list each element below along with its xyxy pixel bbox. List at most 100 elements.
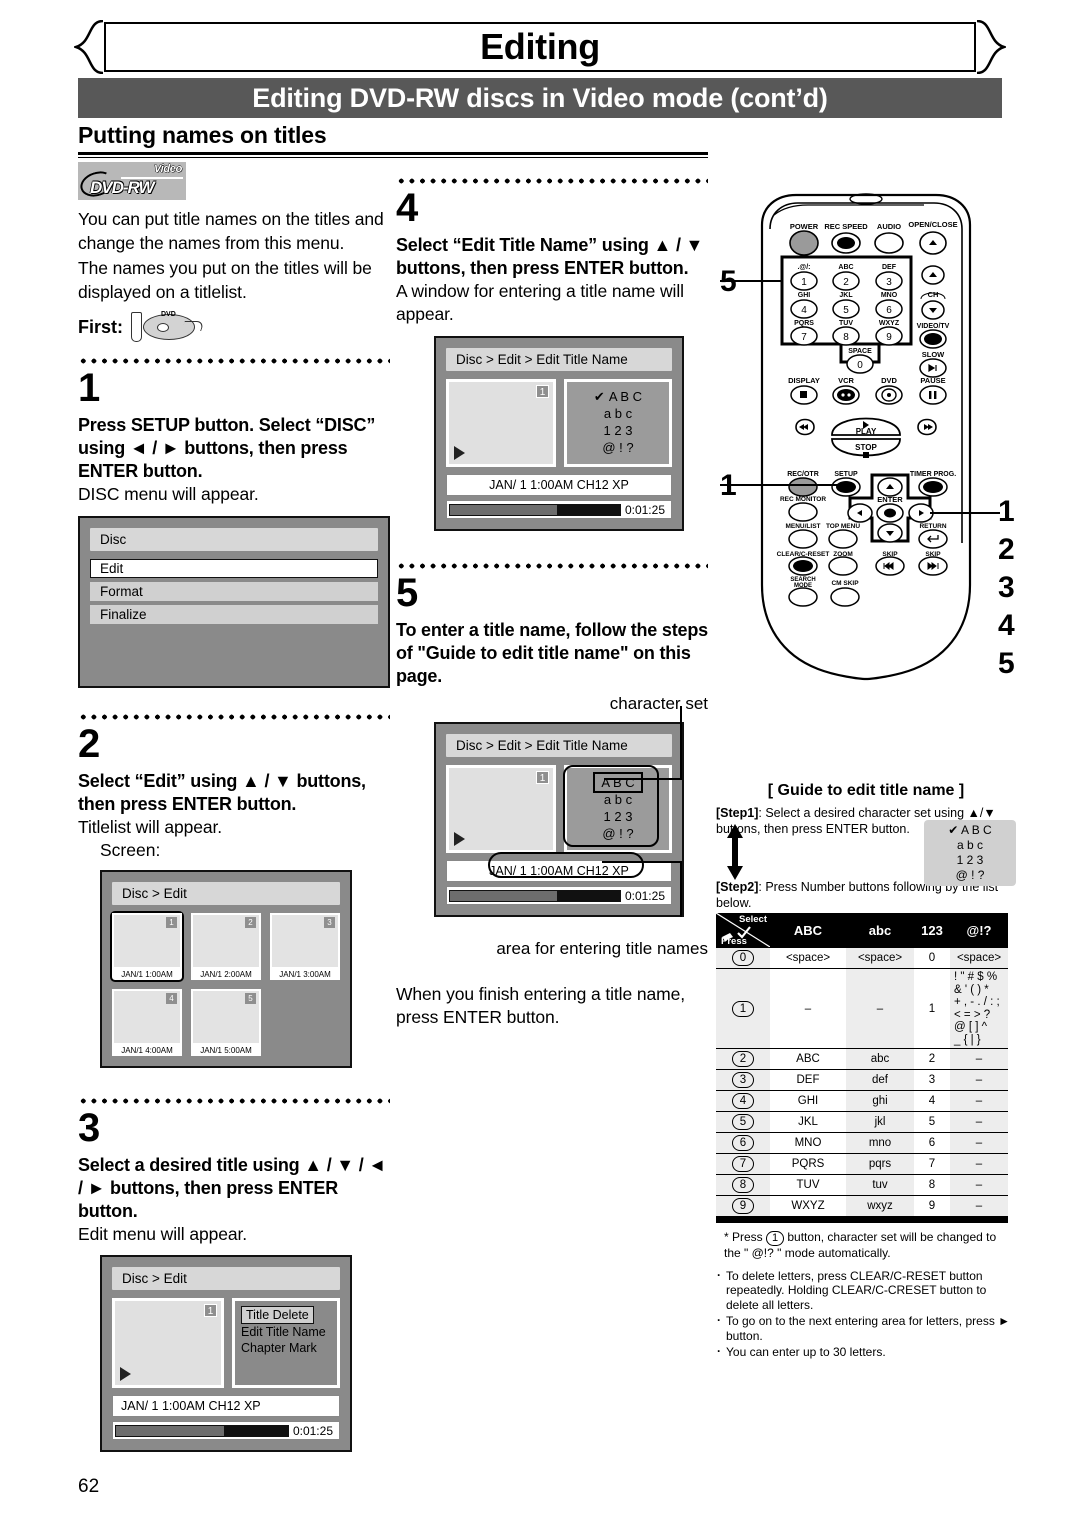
- step-5-instruction: To enter a title name, follow the steps …: [396, 620, 708, 686]
- table-cell-abc-lower: <space>: [846, 947, 914, 969]
- step-separator: [396, 563, 708, 569]
- table-select-label: Select: [739, 914, 767, 925]
- table-cell-abc: JKL: [770, 1111, 846, 1133]
- osd-disc-menu: Disc Edit Format Finalize: [78, 516, 390, 688]
- table-cell-abc: –: [770, 968, 846, 1049]
- play-icon: [120, 1367, 131, 1381]
- key-badge: 5: [732, 1114, 754, 1130]
- charset-option-symbols[interactable]: @ ! ?: [602, 825, 633, 842]
- charset-option-abc-lower[interactable]: a b c: [604, 405, 632, 422]
- osd-edit-menu-body: 1 Title Delete Edit Title Name Chapter M…: [112, 1298, 340, 1388]
- titlelist-thumb: 4: [112, 989, 182, 1045]
- table-col-symbols: @!?: [950, 913, 1008, 948]
- osd-timecode: 0:01:25: [292, 1423, 333, 1438]
- svg-text:DVD: DVD: [881, 376, 897, 385]
- logo-format-text: DVD-RW: [90, 178, 155, 197]
- charset-option-abc: A B C: [608, 389, 643, 404]
- key-badge: 7: [732, 1156, 754, 1172]
- column-left: Video DVD-RW You can put title names on …: [78, 162, 390, 1452]
- key-badge: 0: [732, 950, 754, 966]
- callout-entry-area: area for entering title names: [496, 939, 708, 958]
- titlelist-item[interactable]: 3 JAN/1 3:00AM: [270, 913, 340, 980]
- charset-option-abc-row[interactable]: ✔ A B C: [594, 388, 642, 405]
- svg-text:9: 9: [886, 332, 892, 343]
- svg-text:REC MONITOR: REC MONITOR: [780, 496, 826, 503]
- table-row: 2 ABC abc 2 –: [716, 1048, 1008, 1070]
- titlelist-thumb: 5: [191, 989, 261, 1045]
- table-key-cell: 4: [716, 1090, 770, 1112]
- svg-text:POWER: POWER: [790, 222, 819, 231]
- table-row: 7 PQRS pqrs 7 –: [716, 1153, 1008, 1175]
- step-1-instruction: Press SETUP button. Select “DISC” using …: [78, 415, 376, 481]
- svg-text:AUDIO: AUDIO: [877, 222, 901, 231]
- table-cell-abc-lower: –: [846, 968, 914, 1049]
- table-cell-symbols: –: [950, 1111, 1008, 1133]
- step-3-number: 3: [78, 1106, 101, 1150]
- titlelist-item[interactable]: 4 JAN/1 4:00AM: [112, 989, 182, 1056]
- svg-text:RETURN: RETURN: [919, 523, 946, 530]
- disc-hub-icon: [157, 323, 169, 332]
- osd-menu-item-finalize[interactable]: Finalize: [90, 605, 378, 624]
- charset-option-abc[interactable]: A B C: [593, 772, 643, 793]
- key-badge: 3: [732, 1072, 754, 1088]
- titlelist-label: JAN/1 2:00AM: [191, 969, 261, 980]
- character-map-table: Select Press ABC abc 123 @!? 0 <space> <…: [716, 913, 1008, 1217]
- osd-edit-title-name-breadcrumb: Disc > Edit > Edit Title Name: [446, 348, 672, 371]
- table-corner-cell: Select Press: [716, 913, 770, 948]
- remote-marker-5: 5: [720, 265, 737, 298]
- svg-text:VIDEO/TV: VIDEO/TV: [917, 323, 950, 330]
- play-icon: [454, 446, 465, 460]
- titlelist-item[interactable]: 1 JAN/1 1:00AM: [110, 911, 184, 982]
- osd-menu-item-format[interactable]: Format: [90, 582, 378, 601]
- table-cell-123: 5: [914, 1111, 950, 1133]
- osd-title-info: JAN/ 1 1:00AM CH12 XP: [446, 474, 672, 496]
- osd-option-title-delete[interactable]: Title Delete: [241, 1306, 314, 1324]
- leader-line-entry-horizontal: [602, 861, 682, 863]
- charset-option-123[interactable]: 1 2 3: [604, 422, 633, 439]
- check-icon: ✔: [593, 389, 605, 404]
- charset-option-symbols[interactable]: @ ! ?: [602, 439, 633, 456]
- osd-edit-menu-title: Disc > Edit: [112, 1267, 340, 1290]
- check-icon: ✔: [948, 823, 959, 837]
- key-badge: 8: [732, 1177, 754, 1193]
- table-cell-abc-lower: def: [846, 1069, 914, 1091]
- svg-text:MENU/LIST: MENU/LIST: [785, 523, 820, 530]
- titlelist-thumb: 2: [191, 913, 261, 969]
- charset-option-abc-lower[interactable]: a b c: [604, 791, 632, 808]
- note-bullet-list: To delete letters, press CLEAR/C-RESET b…: [716, 1268, 1016, 1360]
- titlelist-item[interactable]: 5 JAN/1 5:00AM: [191, 989, 261, 1056]
- svg-text:SETUP: SETUP: [834, 471, 858, 478]
- osd-menu-item-edit[interactable]: Edit: [90, 559, 378, 578]
- step-4-result: A window for entering a title name will …: [396, 281, 684, 324]
- table-cell-symbols: –: [950, 1174, 1008, 1196]
- table-row: 8 TUV tuv 8 –: [716, 1174, 1008, 1196]
- table-cell-abc: DEF: [770, 1069, 846, 1091]
- step-2-screen-label: Screen:: [100, 840, 161, 860]
- table-cell-abc: WXYZ: [770, 1195, 846, 1217]
- titlelist-number: 4: [166, 993, 177, 1004]
- table-key-cell: 8: [716, 1174, 770, 1196]
- table-cell-123: 3: [914, 1069, 950, 1091]
- svg-text:DEF: DEF: [882, 264, 897, 271]
- osd-edit-menu: Disc > Edit 1 Title Delete Edit Title Na…: [100, 1255, 352, 1452]
- table-cell-abc: GHI: [770, 1090, 846, 1112]
- titlelist-label: JAN/1 3:00AM: [270, 969, 340, 980]
- osd-progress-bar: 0:01:25: [446, 500, 672, 519]
- table-cell-symbols: ! " # $ % & ' ( ) * + , - . / : ; < = > …: [950, 968, 1008, 1049]
- osd-edit-title-name: Disc > Edit > Edit Title Name 1 ✔ A B C a…: [434, 336, 684, 531]
- step-2-number: 2: [78, 722, 101, 766]
- charset-option-123[interactable]: 1 2 3: [604, 808, 633, 825]
- guide-title: [ Guide to edit title name ]: [767, 782, 965, 799]
- osd-option-chapter-mark[interactable]: Chapter Mark: [241, 1340, 331, 1356]
- titlelist-number: 2: [245, 917, 256, 928]
- svg-text:OPEN/CLOSE: OPEN/CLOSE: [908, 220, 957, 229]
- step-separator: [78, 1098, 390, 1104]
- table-cell-symbols: –: [950, 1090, 1008, 1112]
- svg-text:REC SPEED: REC SPEED: [824, 222, 868, 231]
- guide-step2-label: [Step2]: [716, 880, 759, 894]
- remote-marker-stack-5: 5: [998, 647, 1015, 680]
- disc-tail-icon: [181, 321, 205, 331]
- osd-timecode: 0:01:25: [624, 888, 665, 903]
- titlelist-item[interactable]: 2 JAN/1 2:00AM: [191, 913, 261, 980]
- osd-option-edit-title-name[interactable]: Edit Title Name: [241, 1324, 331, 1340]
